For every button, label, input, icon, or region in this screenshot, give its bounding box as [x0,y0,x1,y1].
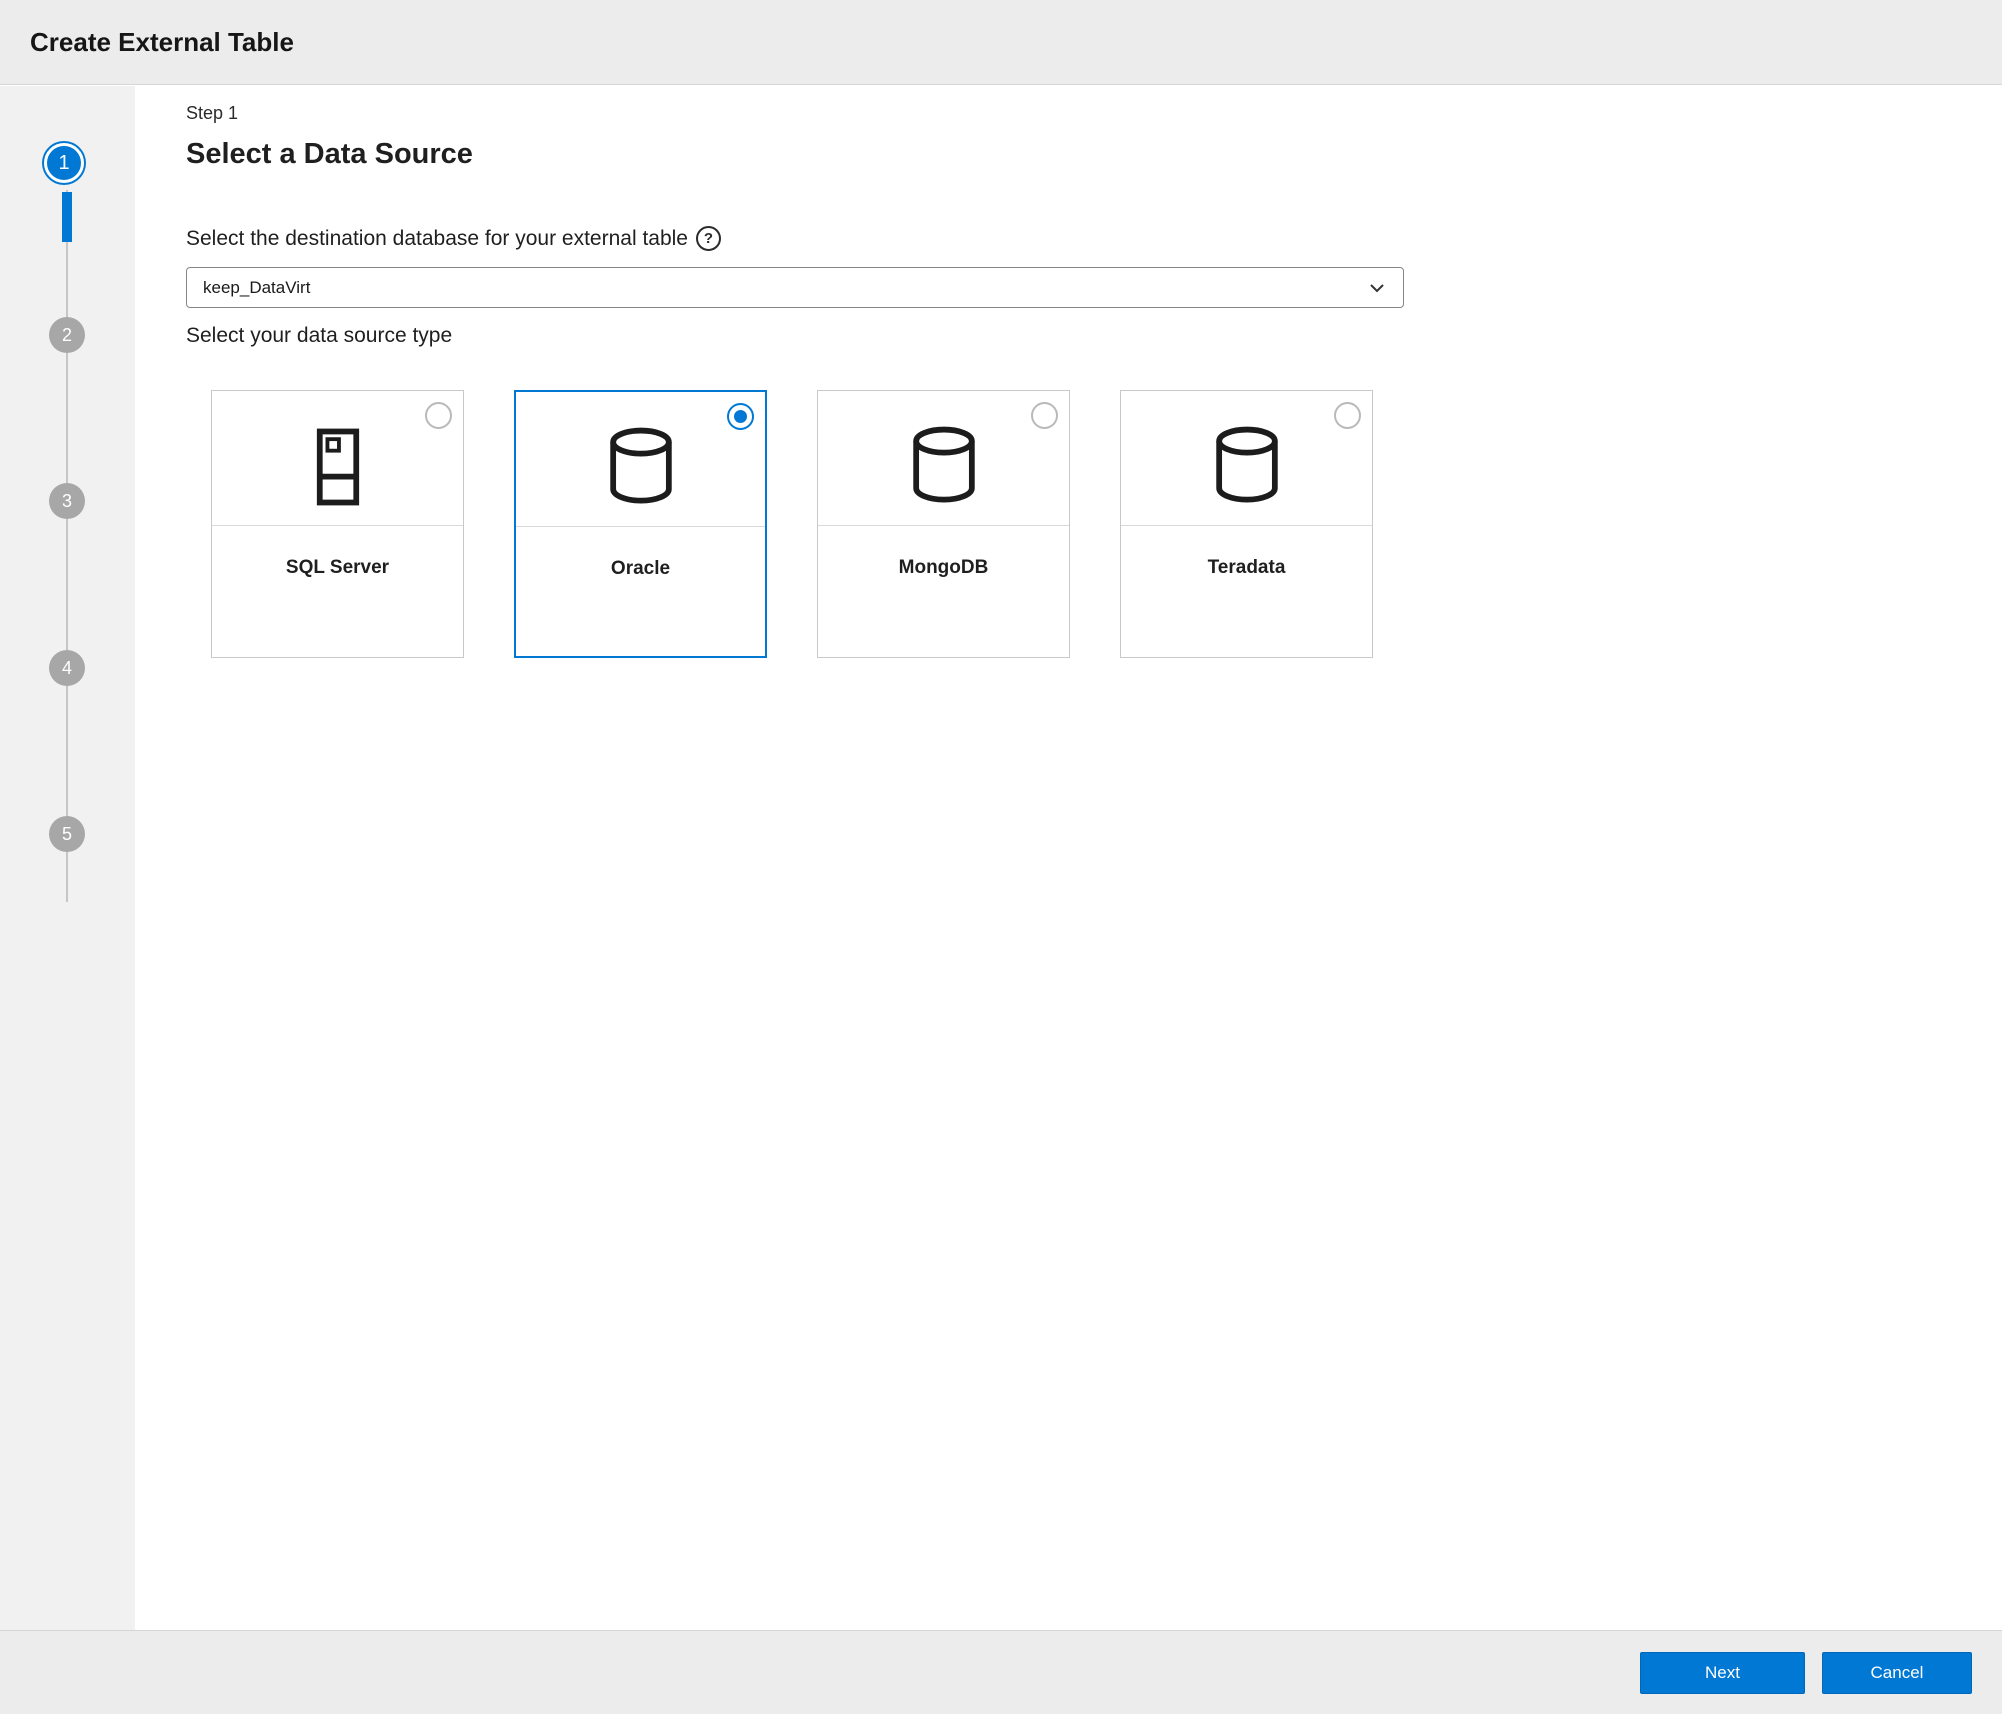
data-source-name: Oracle [516,558,765,580]
card-divider [818,525,1069,526]
chevron-down-icon [1367,278,1387,298]
radio-button[interactable] [425,402,452,429]
data-source-name: Teradata [1121,557,1372,579]
database-icon [896,419,992,515]
step-progress-bar [62,192,72,242]
dialog-title: Create External Table [30,27,294,58]
wizard-steps-sidebar: 1 2 3 4 5 [0,86,135,1630]
page-title: Select a Data Source [186,138,473,171]
step-number: 2 [62,325,72,346]
step-indicator-4[interactable]: 4 [49,650,85,686]
data-source-cards: SQL Server Oracle MongoDB [211,390,1373,658]
step-indicator-1[interactable]: 1 [44,143,84,183]
radio-button[interactable] [1031,402,1058,429]
step-number: 4 [62,658,72,679]
card-divider [212,525,463,526]
radio-dot [432,409,445,422]
card-divider [516,526,765,527]
next-button[interactable]: Next [1640,1652,1805,1694]
source-type-label: Select your data source type [186,324,452,348]
help-icon[interactable]: ? [696,226,721,251]
destination-database-label-row: Select the destination database for your… [186,226,721,251]
destination-database-dropdown[interactable]: keep_DataVirt [186,267,1404,308]
step-number: 3 [62,491,72,512]
wizard-page-content: Step 1 Select a Data Source Select the d… [135,86,2002,1630]
data-source-card-mongodb[interactable]: MongoDB [817,390,1070,658]
data-source-card-oracle[interactable]: Oracle [514,390,767,658]
radio-button[interactable] [1334,402,1361,429]
step-indicator-3[interactable]: 3 [49,483,85,519]
data-source-name: SQL Server [212,557,463,579]
step-indicator-5[interactable]: 5 [49,816,85,852]
data-source-name: MongoDB [818,557,1069,579]
step-indicator-2[interactable]: 2 [49,317,85,353]
radio-button[interactable] [727,403,754,430]
dialog-footer: Next Cancel [0,1630,2002,1714]
database-icon [593,420,689,516]
radio-dot [1341,409,1354,422]
radio-dot [1038,409,1051,422]
sql-server-icon [290,419,386,515]
dialog-header: Create External Table [0,0,2002,85]
data-source-card-sql-server[interactable]: SQL Server [211,390,464,658]
step-number: 1 [58,152,69,175]
destination-database-value: keep_DataVirt [203,278,1367,298]
step-connector-line [66,190,68,902]
radio-dot [734,410,747,423]
current-step-label: Step 1 [186,103,238,124]
destination-database-label: Select the destination database for your… [186,227,688,251]
cancel-button[interactable]: Cancel [1822,1652,1972,1694]
data-source-card-teradata[interactable]: Teradata [1120,390,1373,658]
step-number: 5 [62,824,72,845]
database-icon [1199,419,1295,515]
card-divider [1121,525,1372,526]
